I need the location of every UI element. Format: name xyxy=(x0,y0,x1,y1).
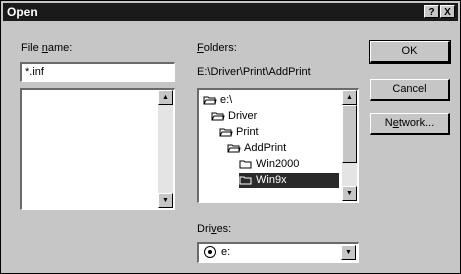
drives-select[interactable]: e: ▼ xyxy=(197,242,359,263)
tree-scroll-thumb[interactable] xyxy=(342,105,357,163)
scroll-up-button[interactable]: ▲ xyxy=(158,90,173,105)
folders-label: Folders: xyxy=(197,42,237,54)
help-button[interactable]: ? xyxy=(424,5,439,18)
folder-tree-item[interactable]: Driver xyxy=(211,109,257,124)
title-bar[interactable]: Open ? X xyxy=(3,3,458,21)
folder-tree-item[interactable]: AddPrint xyxy=(227,141,286,156)
folder-open-icon xyxy=(219,127,233,137)
drives-label: Drives: xyxy=(197,223,232,235)
ok-button[interactable]: OK xyxy=(369,40,451,64)
folder-tree-item[interactable]: Print xyxy=(219,125,259,140)
current-path: E:\Driver\Print\AddPrint xyxy=(197,66,311,78)
close-button[interactable]: X xyxy=(440,5,455,18)
folder-tree-label: Win2000 xyxy=(256,158,300,170)
window-title: Open xyxy=(7,5,38,19)
folder-tree[interactable]: e:\ Driver Print AddPrint Win2000 Win9x ▲ ▼ xyxy=(197,88,359,203)
folder-tree-item[interactable]: Win2000 xyxy=(239,157,299,172)
tree-scroll-up-button[interactable]: ▲ xyxy=(342,90,357,105)
folder-closed-icon xyxy=(239,159,253,169)
network-button[interactable]: Network... xyxy=(370,113,450,135)
scroll-down-button[interactable]: ▼ xyxy=(158,193,173,208)
file-list[interactable]: ▲ ▼ xyxy=(20,88,175,210)
folder-tree-label: Win9x xyxy=(256,174,287,186)
file-name-input[interactable]: *.inf xyxy=(20,62,175,82)
folder-tree-label: Print xyxy=(236,126,259,138)
folder-closed-icon xyxy=(239,175,253,185)
file-name-value: *.inf xyxy=(25,66,44,78)
folder-tree-label: e:\ xyxy=(220,94,233,106)
folder-tree-label: Driver xyxy=(228,110,258,122)
file-list-scrollbar[interactable]: ▲ ▼ xyxy=(158,90,173,208)
folder-tree-label: AddPrint xyxy=(244,142,287,154)
drives-dropdown-button[interactable]: ▼ xyxy=(341,245,356,260)
folder-tree-scrollbar[interactable]: ▲ ▼ xyxy=(342,90,357,201)
folder-open-icon xyxy=(211,111,225,121)
file-name-label: File name: xyxy=(21,42,73,54)
cancel-button[interactable]: Cancel xyxy=(370,79,450,101)
folder-tree-item[interactable]: e:\ xyxy=(203,93,232,108)
drives-value: e: xyxy=(221,246,231,258)
tree-scroll-down-button[interactable]: ▼ xyxy=(342,186,357,201)
folder-open-icon xyxy=(227,143,241,153)
open-dialog: Open ? X File name: *.inf ▲ ▼ Folders: E… xyxy=(0,0,461,274)
folder-tree-item[interactable]: Win9x xyxy=(239,173,339,188)
drive-folder-open-icon xyxy=(203,95,217,105)
drive-icon xyxy=(204,246,216,258)
